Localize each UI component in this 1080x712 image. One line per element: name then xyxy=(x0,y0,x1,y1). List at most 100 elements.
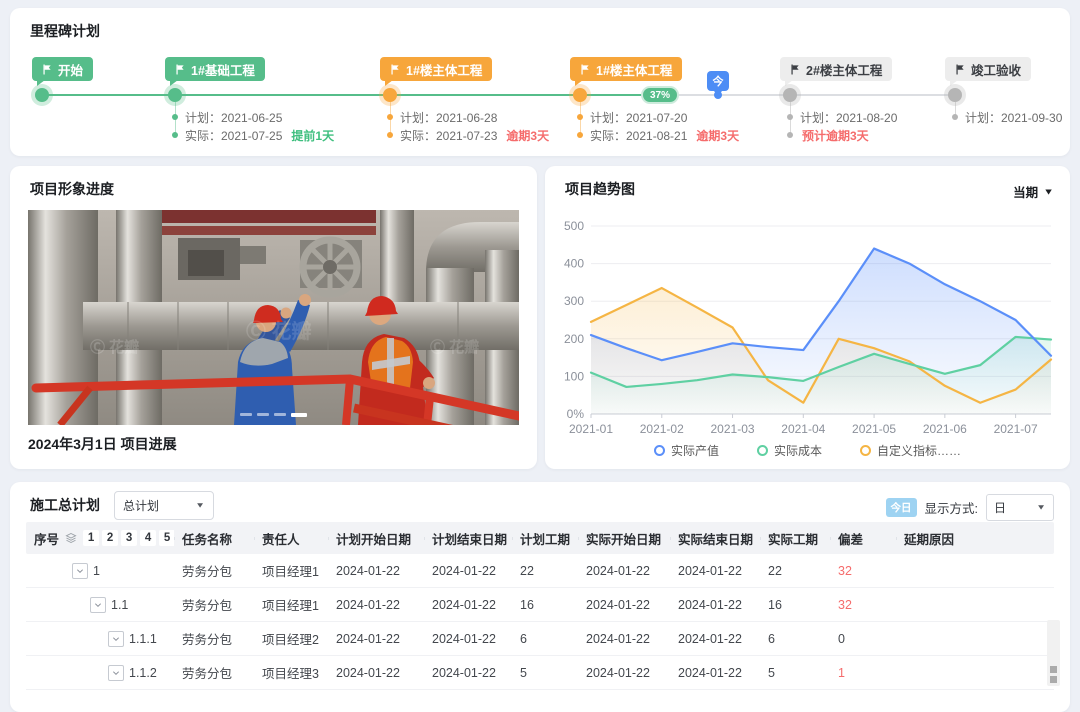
milestone-badge[interactable]: 竣工验收 xyxy=(945,57,1031,81)
flag-icon xyxy=(390,64,401,75)
milestone-detail-row: 实际：2021-07-23逾期3天 xyxy=(387,126,549,144)
display-mode-value: 日 xyxy=(994,499,1006,516)
milestone-node[interactable] xyxy=(35,88,49,102)
expand-row-icon[interactable] xyxy=(72,563,88,579)
project-progress-title: 项目形象进度 xyxy=(30,179,114,199)
cell-actual-days: 5 xyxy=(760,666,830,680)
cell-actual-days: 22 xyxy=(760,564,830,578)
column-header: 计划结束日期 xyxy=(424,529,512,548)
cell-plan-start: 2024-01-22 xyxy=(328,666,424,680)
today-badge[interactable]: 今日 xyxy=(886,498,917,517)
level-button[interactable]: 5 xyxy=(159,530,174,546)
cell-actual-end: 2024-01-22 xyxy=(670,564,760,578)
trend-chart-svg: 5004003002001000%2021-012021-022021-0320… xyxy=(557,210,1057,442)
chevron-down-icon: ▼ xyxy=(1036,503,1046,511)
chevron-down-icon: ▼ xyxy=(195,501,205,509)
carousel-dot[interactable] xyxy=(274,413,286,416)
legend-item[interactable]: 实际成本 xyxy=(757,442,822,459)
legend-label: 自定义指标…… xyxy=(877,442,961,459)
expand-row-icon[interactable] xyxy=(108,665,124,681)
flag-icon xyxy=(955,64,966,75)
milestone-delta: 提前1天 xyxy=(291,127,334,144)
milestone-name: 竣工验收 xyxy=(971,60,1021,79)
row-id: 1 xyxy=(93,564,100,578)
project-progress-card: 项目形象进度 xyxy=(10,166,537,469)
cell-deviation: 1 xyxy=(830,666,896,680)
level-button[interactable]: 2 xyxy=(102,530,118,546)
column-header: 计划开始日期 xyxy=(328,529,424,548)
milestone-detail-row: 实际：2021-08-21逾期3天 xyxy=(577,126,739,144)
expand-row-icon[interactable] xyxy=(108,631,124,647)
site-photo-illustration: Ⓒ 花瓣 Ⓒ 花瓣 Ⓒ 花瓣 xyxy=(28,210,519,425)
milestone-detail-row: 实际：2021-07-25提前1天 xyxy=(172,126,334,144)
carousel-dot[interactable] xyxy=(257,413,269,416)
milestone-detail-row: 计划：2021-08-20 xyxy=(787,108,897,126)
column-header: 计划工期 xyxy=(512,529,578,548)
milestone-node[interactable] xyxy=(573,88,587,102)
table-row[interactable]: 1.1劳务分包项目经理12024-01-222024-01-22162024-0… xyxy=(26,588,1054,622)
floating-widget[interactable] xyxy=(1047,620,1060,686)
milestone-badge[interactable]: 开始 xyxy=(32,57,93,81)
milestone-plan-card: 里程碑计划 开始 1#基础工程计划：2021-06-25实际：2021-07-25… xyxy=(10,8,1070,156)
legend-item[interactable]: 自定义指标…… xyxy=(860,442,961,459)
bullet-dot-icon xyxy=(787,114,793,120)
milestone-node[interactable] xyxy=(948,88,962,102)
milestone-badge[interactable]: 2#楼主体工程 xyxy=(780,57,892,81)
legend-marker-icon xyxy=(757,445,768,456)
bullet-dot-icon xyxy=(577,132,583,138)
milestone-badge[interactable]: 1#楼主体工程 xyxy=(570,57,682,81)
cell-deviation: 32 xyxy=(830,564,896,578)
milestone-date-text: 计划：2021-06-25 xyxy=(185,109,282,126)
svg-text:200: 200 xyxy=(564,332,584,346)
legend-item[interactable]: 实际产值 xyxy=(654,442,719,459)
cell-task: 劳务分包 xyxy=(174,663,254,682)
progress-percent-badge: 37% xyxy=(641,86,679,104)
badge-tail xyxy=(950,80,958,86)
table-row[interactable]: 1劳务分包项目经理12024-01-222024-01-22222024-01-… xyxy=(26,554,1054,588)
period-select[interactable]: 当期 ▼ xyxy=(1013,182,1054,201)
plan-type-select[interactable]: 总计划 ▼ xyxy=(114,491,214,520)
milestone-node[interactable] xyxy=(168,88,182,102)
cell-actual-end: 2024-01-22 xyxy=(670,666,760,680)
bullet-dot-icon xyxy=(787,132,793,138)
construction-plan-title: 施工总计划 xyxy=(30,495,100,515)
level-button[interactable]: 3 xyxy=(121,530,137,546)
svg-text:300: 300 xyxy=(564,294,584,308)
column-header: 责任人 xyxy=(254,529,328,548)
cell-plan-days: 16 xyxy=(512,598,578,612)
column-header: 任务名称 xyxy=(174,529,254,548)
milestone-date-text: 实际：2021-07-23 xyxy=(400,127,497,144)
carousel-indicators xyxy=(28,413,519,417)
column-header: 实际工期 xyxy=(760,529,830,548)
expand-row-icon[interactable] xyxy=(90,597,106,613)
milestone-node[interactable] xyxy=(783,88,797,102)
level-button[interactable]: 4 xyxy=(140,530,156,546)
milestone-name: 1#楼主体工程 xyxy=(406,60,482,79)
progress-photo-carousel[interactable]: Ⓒ 花瓣 Ⓒ 花瓣 Ⓒ 花瓣 xyxy=(28,210,519,425)
svg-text:2021-01: 2021-01 xyxy=(569,422,613,436)
table-row[interactable]: 1.1.2劳务分包项目经理32024-01-222024-01-2252024-… xyxy=(26,656,1054,690)
table-row[interactable]: 1.1.1劳务分包项目经理22024-01-222024-01-2262024-… xyxy=(26,622,1054,656)
milestone-badge[interactable]: 1#楼主体工程 xyxy=(380,57,492,81)
column-header: 延期原因 xyxy=(896,529,1054,548)
today-bubble: 今 xyxy=(707,71,729,91)
plan-type-select-value: 总计划 xyxy=(123,497,159,514)
milestone-badge[interactable]: 1#基础工程 xyxy=(165,57,265,81)
display-mode-select[interactable]: 日 ▼ xyxy=(986,494,1054,521)
milestone-detail-row: 预计逾期3天 xyxy=(787,126,897,144)
svg-text:0%: 0% xyxy=(567,407,585,421)
svg-text:2021-04: 2021-04 xyxy=(781,422,825,436)
milestone-name: 开始 xyxy=(58,60,83,79)
milestone-node[interactable] xyxy=(383,88,397,102)
timeline-line-completed xyxy=(42,94,643,96)
level-button[interactable]: 1 xyxy=(83,530,99,546)
badge-tail xyxy=(575,80,583,86)
svg-text:2021-03: 2021-03 xyxy=(711,422,755,436)
column-header-label: 序号 xyxy=(34,529,59,548)
cell-actual-start: 2024-01-22 xyxy=(578,666,670,680)
carousel-dot[interactable] xyxy=(240,413,252,416)
carousel-dot[interactable] xyxy=(291,413,307,417)
cell-plan-days: 6 xyxy=(512,632,578,646)
milestone-plan-title: 里程碑计划 xyxy=(30,21,100,41)
svg-text:2021-07: 2021-07 xyxy=(994,422,1038,436)
